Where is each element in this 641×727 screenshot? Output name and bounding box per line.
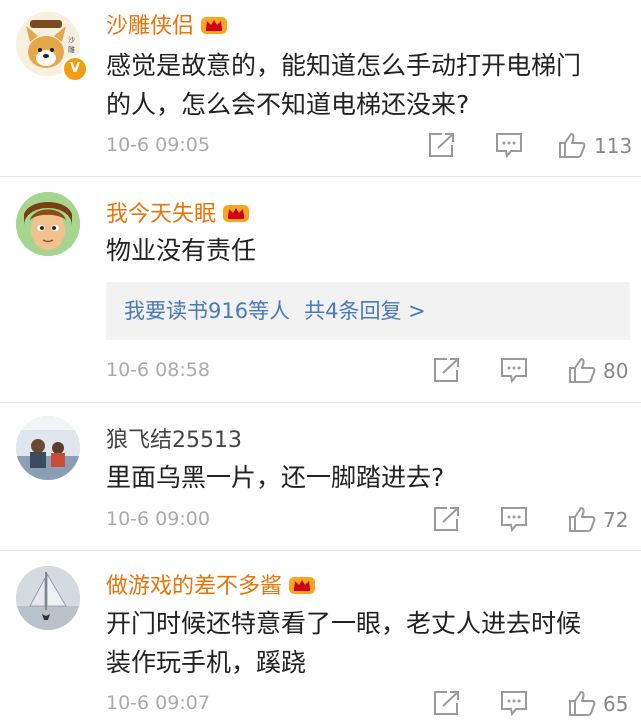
username-text[interactable]: 做游戏的差不多酱 <box>106 574 282 599</box>
username[interactable]: 我今天失眠 <box>106 196 250 228</box>
like-count: 65 <box>603 692 629 716</box>
sailboat-photo-avatar[interactable] <box>16 566 80 630</box>
divider <box>0 550 641 551</box>
comment-time: 10-6 09:05 <box>106 134 210 156</box>
comment-icon[interactable] <box>499 689 529 717</box>
thumbs-up-icon[interactable] <box>557 131 587 159</box>
family-photo-avatar[interactable] <box>16 416 80 480</box>
vip-crown-icon <box>200 15 228 35</box>
username-text[interactable]: 我今天失眠 <box>106 202 216 227</box>
share-icon[interactable] <box>431 689 461 717</box>
reply-preview[interactable]: 我要读书916等人 共4条回复 > <box>106 282 630 340</box>
like-count: 80 <box>603 359 629 383</box>
comment-line: 开门时候还特意看了一眼，老丈人进去时候 <box>106 609 582 638</box>
divider <box>0 176 641 177</box>
divider <box>0 402 641 403</box>
comment-icon[interactable] <box>494 131 524 159</box>
thumbs-up-icon[interactable] <box>567 356 597 384</box>
comment-line: 感觉是故意的，能知道怎么手动打开电梯门 <box>106 51 582 80</box>
like-count: 72 <box>603 508 629 532</box>
verified-badge: V <box>62 56 88 82</box>
share-icon[interactable] <box>431 505 461 533</box>
comment-text: 里面乌黑一片，还一脚踏进去? <box>106 458 626 497</box>
vip-crown-icon <box>222 203 250 223</box>
username-text[interactable]: 狼飞结25513 <box>106 428 242 453</box>
comment-time: 10-6 08:58 <box>106 359 210 381</box>
comment-line: 里面乌黑一片，还一脚踏进去? <box>106 463 445 492</box>
share-icon[interactable] <box>431 356 461 384</box>
comment-text: 物业没有责任 <box>106 231 626 270</box>
username[interactable]: 做游戏的差不多酱 <box>106 568 316 600</box>
username-text[interactable]: 沙雕侠侣 <box>106 14 194 39</box>
thumbs-up-icon[interactable] <box>567 505 597 533</box>
cartoon-face-avatar[interactable] <box>16 192 80 256</box>
comment-text: 开门时候还特意看了一眼，老丈人进去时候 装作玩手机，蹊跷 <box>106 604 626 682</box>
comment-line: 装作玩手机，蹊跷 <box>106 648 307 677</box>
comment-text: 感觉是故意的，能知道怎么手动打开电梯门 的人，怎么会不知道电梯还没来? <box>106 46 626 124</box>
comment-icon[interactable] <box>499 505 529 533</box>
comment-line: 物业没有责任 <box>106 236 257 265</box>
share-icon[interactable] <box>426 131 456 159</box>
thumbs-up-icon[interactable] <box>567 689 597 717</box>
reply-count-link[interactable]: 共4条回复 > <box>304 299 426 323</box>
vip-crown-icon <box>288 575 316 595</box>
like-count: 113 <box>594 134 633 158</box>
comment-time: 10-6 09:07 <box>106 692 210 714</box>
username[interactable]: 狼飞结25513 <box>106 422 242 454</box>
svg-text:雕: 雕 <box>68 45 75 54</box>
reply-users-link[interactable]: 我要读书916等人 <box>124 299 290 323</box>
username[interactable]: 沙雕侠侣 <box>106 8 228 40</box>
comment-icon[interactable] <box>499 356 529 384</box>
comment-line: 的人，怎么会不知道电梯还没来? <box>106 90 470 119</box>
comment-time: 10-6 09:00 <box>106 508 210 530</box>
svg-text:沙: 沙 <box>68 36 75 44</box>
